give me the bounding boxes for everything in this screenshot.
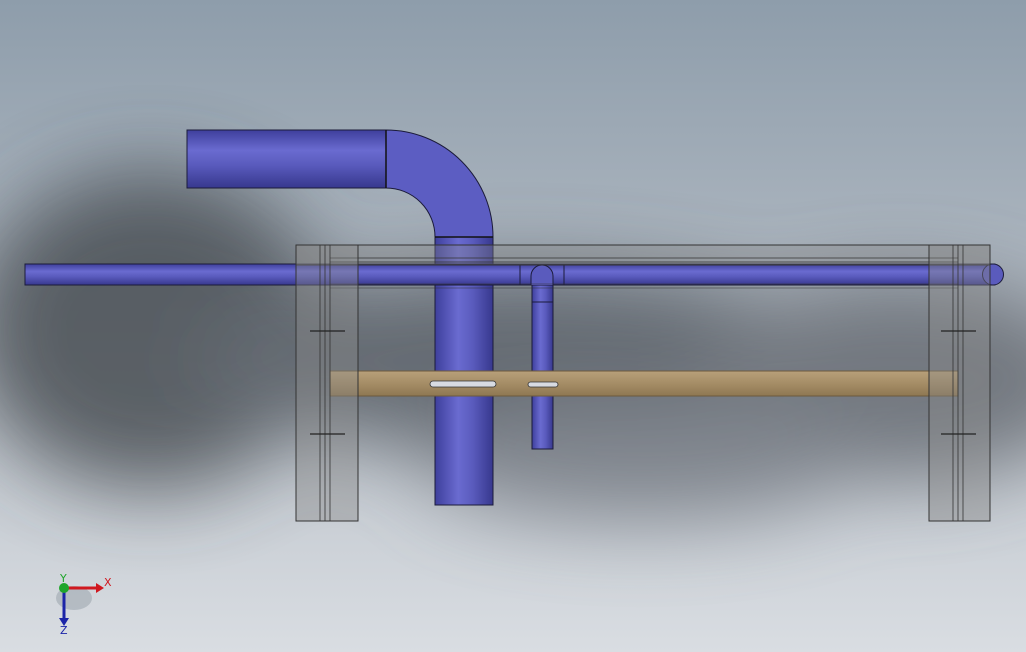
y-axis-label: Y bbox=[59, 572, 67, 585]
cad-viewport[interactable]: X Y Z bbox=[0, 0, 1026, 652]
pipe-clamps[interactable] bbox=[429, 380, 559, 388]
z-axis-label: Z bbox=[60, 624, 68, 636]
model-scene[interactable] bbox=[0, 0, 1026, 652]
orientation-triad[interactable]: X Y Z bbox=[48, 572, 118, 636]
long-horizontal-pipe[interactable] bbox=[24, 263, 1004, 286]
x-axis-arrowhead bbox=[96, 583, 104, 593]
x-axis-label: X bbox=[104, 576, 112, 589]
wooden-cross-beam[interactable] bbox=[329, 370, 959, 397]
small-branch-pipe[interactable] bbox=[531, 274, 554, 450]
